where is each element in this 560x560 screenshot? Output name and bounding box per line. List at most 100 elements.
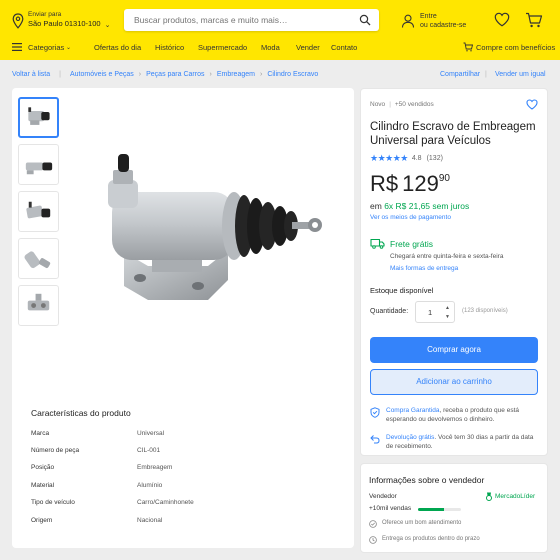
buy-now-button[interactable]: Comprar agora [370,337,538,363]
price-integer: 129 [402,171,439,196]
shipping-location[interactable]: Enviar para São Paulo 01310-100 ⌄ [12,11,110,29]
seller-sales: +10mil vendas [369,505,412,512]
chevron-down-icon: ⌄ [66,45,72,51]
nav-item-offers[interactable]: Ofertas do dia [94,43,141,52]
specs-title: Características do produto [31,408,131,418]
check-circle-icon [369,520,377,528]
location-label: Enviar para [28,11,62,18]
chevron-down-icon: ⌄ [104,22,111,29]
search-bar[interactable] [124,9,379,31]
seller-attribute: Entrega os produtos dentro do prazo [382,536,480,542]
return-link[interactable]: Devolução grátis [386,434,434,441]
spec-value: Embreagem [137,464,173,471]
return-arrow-icon [370,435,380,444]
nav-item-contact[interactable]: Contato [331,43,357,52]
favorites-heart-icon[interactable] [494,12,510,27]
rating-stars-icon: ★★★★★ [370,153,408,163]
nav-benefits[interactable]: Compre com benefícios [476,43,555,52]
nav-item-sell[interactable]: Vender [296,43,320,52]
hamburger-menu-icon[interactable] [12,43,22,51]
account-login[interactable]: Entre ou cadastre-se [401,12,466,30]
breadcrumb: Voltar à lista | Automóveis e Peças › Peças … [12,71,319,78]
favorite-heart-icon[interactable] [526,99,538,110]
stock-status: Estoque disponível [370,286,434,295]
buy-box: Novo | +50 vendidos Cilindro Escravo de Em… [360,88,548,456]
reputation-bar-fill [418,508,444,511]
installments: em 6x R$ 21,65 sem juros [370,201,469,211]
nav-item-history[interactable]: Histórico [155,43,184,52]
breadcrumb-item[interactable]: Automóveis e Peças [70,71,134,78]
seller-info-title: Informações sobre o vendedor [369,475,485,485]
spec-value: Alumínio [137,482,163,489]
spec-row: Marca Universal [31,426,331,443]
more-shipping-link[interactable]: Mais formas de entrega [390,265,458,272]
spec-row: Material Alumínio [31,478,331,495]
installments-prefix: em [370,201,382,211]
sell-same-link[interactable]: Vender um igual [495,71,546,78]
gallery-thumbnail[interactable] [18,285,59,326]
product-specs: Características do produto Marca Universa… [24,394,342,534]
product-gallery-card: Características do produto Marca Universa… [12,88,354,548]
gallery-thumbnail[interactable] [18,191,59,232]
quantity-label: Quantidade: [370,308,409,315]
chevron-up-icon[interactable]: ▲ [445,305,450,311]
shield-icon [370,407,380,418]
main-navigation: Categorias ⌄ Ofertas do dia Histórico Su… [0,42,560,56]
breadcrumb-item[interactable]: Cilindro Escravo [267,71,318,78]
seller-info-card: Informações sobre o vendedor Vendedor Me… [360,463,548,553]
location-pin-icon [12,13,24,29]
spec-row: Origem Nacional [31,513,331,530]
quantity-stepper[interactable]: 1 ▲ ▼ [415,301,455,323]
spec-row: Número de peça CIL-001 [31,443,331,460]
condition-label: Novo [370,101,386,108]
spec-row: Posição Embreagem [31,460,331,477]
back-to-list-link[interactable]: Voltar à lista [12,71,50,78]
nav-item-fashion[interactable]: Moda [261,43,280,52]
payment-methods-link[interactable]: Ver os meios de pagamento [370,214,451,221]
spec-value: Carro/Caminhonete [137,499,194,506]
nav-categories[interactable]: Categorias [28,43,64,52]
price: R$ 12990 [370,171,450,197]
chevron-down-icon[interactable]: ▼ [445,314,450,320]
price-currency: R$ [370,171,399,196]
quantity-value: 1 [428,308,433,317]
seller-label: Vendedor [369,493,397,500]
sold-count: +50 vendidos [394,101,434,108]
spec-value: Universal [137,430,165,437]
breadcrumb-item[interactable]: Peças para Carros [146,71,204,78]
shipping-eta: Chegará entre quinta-feira e sexta-feira [390,253,504,260]
product-rating[interactable]: ★★★★★ 4.8 (132) [370,153,443,164]
condition-sold: Novo | +50 vendidos [370,101,434,108]
spec-value: Nacional [137,517,163,524]
spec-key: Posição [31,464,55,471]
cart-benefits-icon [463,42,473,52]
free-shipping-title: Frete grátis [390,239,433,249]
spec-value: CIL-001 [137,447,161,454]
share-link[interactable]: Compartilhar [440,71,480,78]
seller-attribute: Oferece um bom atendimento [382,520,462,526]
add-to-cart-button[interactable]: Adicionar ao carrinho [370,369,538,395]
account-line1: Entre [420,13,437,20]
gallery-thumbnail[interactable] [18,238,59,279]
product-main-image[interactable] [82,140,322,320]
rating-value: 4.8 [411,155,422,162]
spec-key: Marca [31,430,50,437]
spec-key: Material [31,482,55,489]
nav-item-supermarket[interactable]: Supermercado [198,43,247,52]
gallery-thumbnail[interactable] [18,97,59,138]
cart-icon[interactable] [525,12,543,28]
free-return: Devolução grátis. Você tem 30 dias a par… [386,433,538,451]
search-icon[interactable] [359,14,371,26]
guarantee-link[interactable]: Compra Garantida [386,407,439,414]
gallery-thumbnail[interactable] [18,144,59,185]
header-bar: Enviar para São Paulo 01310-100 ⌄ Entre … [0,0,560,60]
reputation-bar [418,508,461,511]
search-input[interactable] [124,9,344,31]
rating-count: (132) [426,155,443,162]
breadcrumb-item[interactable]: Embreagem [217,71,255,78]
product-title: Cilindro Escravo de Embreagem Universal … [370,121,536,147]
spec-row: Tipo de veículo Carro/Caminhonete [31,495,331,512]
medal-icon [486,492,492,501]
location-value: São Paulo 01310-100 [28,19,101,28]
spec-key: Origem [31,517,53,524]
